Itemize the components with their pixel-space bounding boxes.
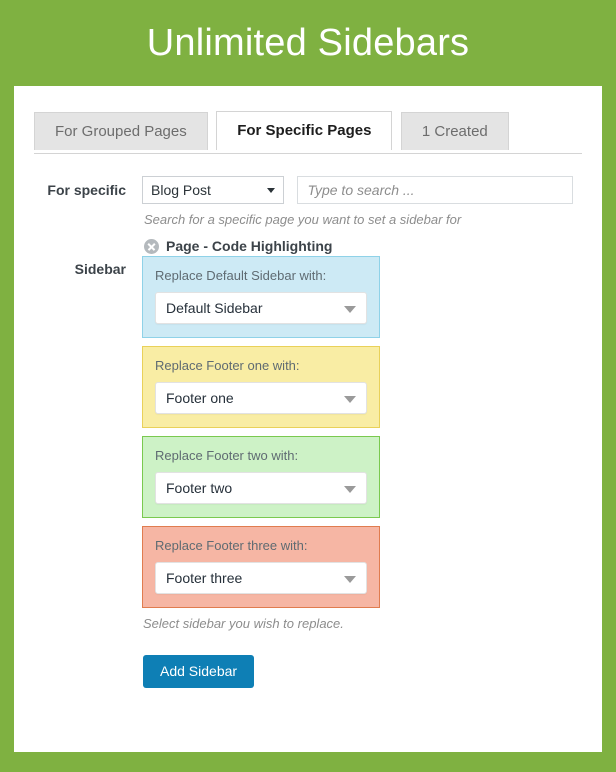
sidebar-helper-text: Select sidebar you wish to replace.: [143, 616, 344, 631]
replace-select-wrap: Footer one: [155, 382, 367, 414]
replace-select-wrap: Default Sidebar: [155, 292, 367, 324]
post-type-select[interactable]: Blog Post: [142, 176, 284, 204]
selected-page-label: Page - Code Highlighting: [166, 238, 333, 254]
for-specific-row: For specific Blog Post Search for a spec…: [34, 176, 582, 254]
tab-created-count[interactable]: 1 Created: [400, 112, 509, 150]
sidebar-row: Sidebar Replace Default Sidebar with: De…: [34, 256, 582, 688]
replace-box-title: Replace Footer two with:: [155, 448, 299, 463]
replace-box-footer-two: Replace Footer two with: Footer two: [142, 436, 380, 518]
tab-for-specific-pages[interactable]: For Specific Pages: [216, 111, 393, 150]
replace-box-title: Replace Default Sidebar with:: [155, 268, 327, 283]
sidebar-label: Sidebar: [74, 261, 126, 277]
replace-select-wrap: Footer two: [155, 472, 367, 504]
for-specific-label: For specific: [47, 182, 126, 198]
replace-box-footer-three: Replace Footer three with: Footer three: [142, 526, 380, 608]
post-type-select-wrap: Blog Post: [142, 176, 284, 204]
replace-select-wrap: Footer three: [155, 562, 367, 594]
sidebar-controls: Replace Default Sidebar with: Default Si…: [142, 256, 582, 688]
replace-select-default-sidebar[interactable]: Default Sidebar: [155, 292, 367, 324]
remove-circle-icon[interactable]: [144, 238, 159, 254]
replace-box-default-sidebar: Replace Default Sidebar with: Default Si…: [142, 256, 380, 338]
search-input[interactable]: [297, 176, 574, 204]
replace-box-footer-one: Replace Footer one with: Footer one: [142, 346, 380, 428]
replace-box-title: Replace Footer one with:: [155, 358, 300, 373]
settings-card: For Grouped Pages For Specific Pages 1 C…: [14, 86, 602, 752]
search-helper-text: Search for a specific page you want to s…: [144, 212, 462, 227]
page-title: Unlimited Sidebars: [146, 22, 470, 64]
selected-page-item: Page - Code Highlighting: [144, 238, 582, 254]
replace-select-footer-three[interactable]: Footer three: [155, 562, 367, 594]
replace-select-footer-one[interactable]: Footer one: [155, 382, 367, 414]
for-specific-controls: Blog Post Search for a specific page you…: [142, 176, 582, 254]
tab-bar-underline: [34, 153, 582, 154]
tab-bar: For Grouped Pages For Specific Pages 1 C…: [34, 86, 582, 154]
tab-for-grouped-pages[interactable]: For Grouped Pages: [34, 112, 208, 150]
sidebar-form: For specific Blog Post Search for a spec…: [14, 154, 602, 688]
replace-select-footer-two[interactable]: Footer two: [155, 472, 367, 504]
add-sidebar-button[interactable]: Add Sidebar: [143, 655, 255, 688]
replace-box-title: Replace Footer three with:: [155, 538, 308, 553]
